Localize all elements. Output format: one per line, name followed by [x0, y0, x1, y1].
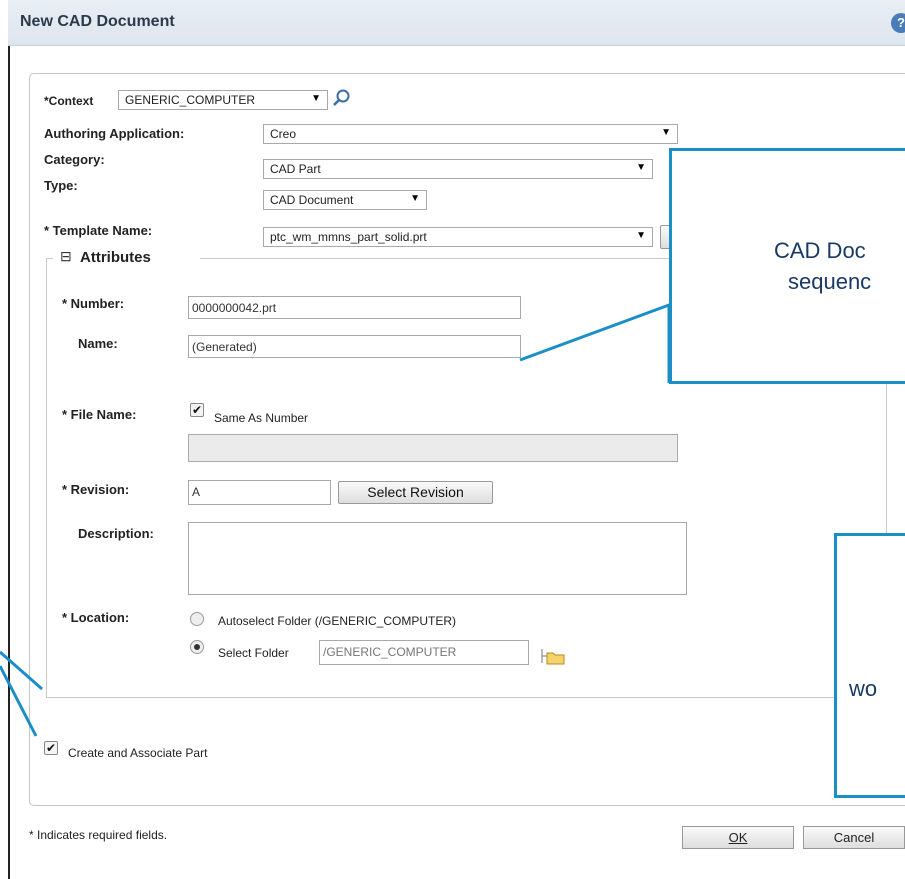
callout-bottom-line1: wo [849, 676, 878, 701]
callout-pointers [0, 302, 671, 737]
callout-top: CAD Doc sequenc [669, 148, 905, 384]
callout-bottom: wo [834, 533, 905, 798]
callout-top-line1: CAD Doc [774, 238, 866, 263]
callout-top-line2: sequenc [788, 269, 872, 294]
